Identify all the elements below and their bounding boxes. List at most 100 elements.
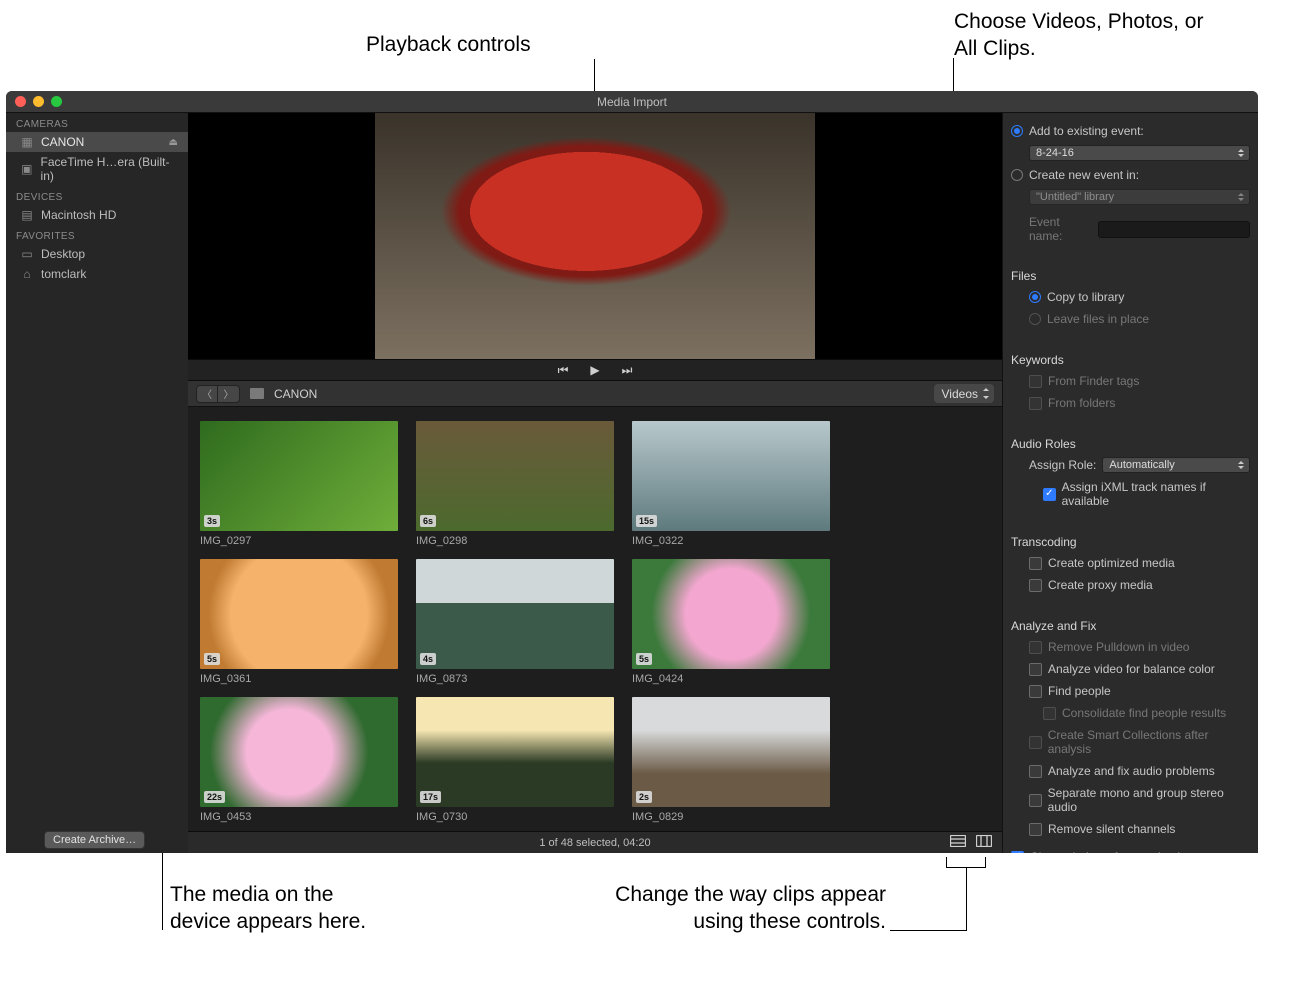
clip-label: IMG_0424 bbox=[632, 673, 830, 685]
prev-clip-button[interactable]: ⏮ bbox=[558, 363, 569, 378]
import-options-panel: Add to existing event: 8-24-16 Create ne… bbox=[1002, 113, 1258, 853]
proxy-media-check[interactable]: Create proxy media bbox=[1011, 577, 1250, 593]
sd-card-icon bbox=[250, 388, 264, 399]
add-existing-event-radio[interactable]: Add to existing event: bbox=[1011, 123, 1250, 139]
clip-item[interactable]: 2s IMG_0829 bbox=[632, 697, 830, 827]
balance-color-check[interactable]: Analyze video for balance color bbox=[1011, 661, 1250, 677]
create-archive-button[interactable]: Create Archive… bbox=[44, 831, 145, 849]
duration-badge: 6s bbox=[420, 515, 436, 527]
sidebar-header: CAMERAS bbox=[6, 113, 188, 132]
annotation-view-l2: using these controls. bbox=[596, 908, 886, 935]
eject-icon[interactable]: ⏏ bbox=[169, 137, 178, 148]
clip-item[interactable]: 6s IMG_0298 bbox=[416, 421, 614, 551]
remove-pulldown-check: Remove Pulldown in video bbox=[1011, 639, 1250, 655]
clip-thumbnail[interactable]: 22s bbox=[200, 697, 398, 807]
sidebar-item[interactable]: ⌂ tomclark bbox=[6, 264, 188, 284]
clip-item[interactable]: 3s IMG_0297 bbox=[200, 421, 398, 551]
clip-label: IMG_0298 bbox=[416, 535, 614, 547]
window-title: Media Import bbox=[597, 95, 667, 109]
audio-roles-header: Audio Roles bbox=[1011, 437, 1250, 451]
annotation-media-l1: The media on the bbox=[170, 881, 333, 908]
clip-label: IMG_0730 bbox=[416, 811, 614, 823]
selection-status: 1 of 48 selected, 04:20 bbox=[539, 837, 650, 849]
clip-item[interactable]: 22s IMG_0453 bbox=[200, 697, 398, 827]
from-finder-tags-check: From Finder tags bbox=[1011, 373, 1250, 389]
clip-item[interactable]: 17s IMG_0730 bbox=[416, 697, 614, 827]
clip-label: IMG_0873 bbox=[416, 673, 614, 685]
list-view-button[interactable] bbox=[950, 835, 966, 850]
nav-back-button[interactable]: 〈 bbox=[196, 385, 218, 403]
media-import-window: Media Import CAMERAS▦CANON⏏▣FaceTime H…e… bbox=[6, 91, 1258, 853]
titlebar: Media Import bbox=[6, 91, 1258, 113]
event-name-input bbox=[1098, 221, 1250, 238]
sidebar-item-label: FaceTime H…era (Built-in) bbox=[41, 155, 178, 183]
sidebar-item-label: Desktop bbox=[41, 247, 85, 261]
annotation-playback: Playback controls bbox=[366, 31, 531, 58]
assign-role-label: Assign Role: bbox=[1029, 458, 1096, 472]
separate-mono-check[interactable]: Separate mono and group stereo audio bbox=[1011, 785, 1250, 815]
nav-forward-button[interactable]: 〉 bbox=[218, 385, 240, 403]
create-new-event-radio[interactable]: Create new event in: bbox=[1011, 167, 1250, 183]
sidebar-item-label: tomclark bbox=[41, 267, 86, 281]
source-sidebar: CAMERAS▦CANON⏏▣FaceTime H…era (Built-in)… bbox=[6, 113, 188, 853]
sidebar-header: FAVORITES bbox=[6, 225, 188, 244]
duration-badge: 15s bbox=[636, 515, 657, 527]
new-event-library-select: "Untitled" library bbox=[1029, 189, 1250, 205]
clip-thumbnail[interactable]: 5s bbox=[200, 559, 398, 669]
breadcrumb: CANON bbox=[274, 387, 317, 401]
clip-label: IMG_0453 bbox=[200, 811, 398, 823]
sidebar-item[interactable]: ▤Macintosh HD bbox=[6, 205, 188, 225]
clip-item[interactable]: 5s IMG_0424 bbox=[632, 559, 830, 689]
keywords-header: Keywords bbox=[1011, 353, 1250, 367]
close-after-import-check[interactable]: Close window after starting import bbox=[1011, 849, 1250, 853]
annotation-view-l1: Change the way clips appear bbox=[596, 881, 886, 908]
clip-label: IMG_0297 bbox=[200, 535, 398, 547]
sidebar-header: DEVICES bbox=[6, 186, 188, 205]
sd-icon: ▦ bbox=[20, 135, 34, 149]
clip-thumbnail[interactable]: 2s bbox=[632, 697, 830, 807]
fix-audio-check[interactable]: Analyze and fix audio problems bbox=[1011, 763, 1250, 779]
remove-silent-check[interactable]: Remove silent channels bbox=[1011, 821, 1250, 837]
existing-event-select[interactable]: 8-24-16 bbox=[1029, 145, 1250, 161]
duration-badge: 5s bbox=[636, 653, 652, 665]
consolidate-people-check: Consolidate find people results bbox=[1011, 705, 1250, 721]
clip-item[interactable]: 5s IMG_0361 bbox=[200, 559, 398, 689]
clip-item[interactable]: 4s IMG_0873 bbox=[416, 559, 614, 689]
sidebar-item[interactable]: ▭Desktop bbox=[6, 244, 188, 264]
close-icon[interactable] bbox=[15, 96, 26, 107]
clip-label: IMG_0322 bbox=[632, 535, 830, 547]
home-icon: ⌂ bbox=[20, 267, 34, 281]
filmstrip-view-button[interactable] bbox=[976, 835, 992, 850]
find-people-check[interactable]: Find people bbox=[1011, 683, 1250, 699]
event-name-label: Event name: bbox=[1029, 215, 1092, 243]
clip-thumbnail[interactable]: 15s bbox=[632, 421, 830, 531]
annotation-filter: Choose Videos, Photos, or All Clips. bbox=[954, 8, 1214, 63]
radio-off-icon bbox=[1011, 169, 1023, 181]
minimize-icon[interactable] bbox=[33, 96, 44, 107]
clip-item[interactable]: 15s IMG_0322 bbox=[632, 421, 830, 551]
analyze-fix-header: Analyze and Fix bbox=[1011, 619, 1250, 633]
clip-thumbnail[interactable]: 4s bbox=[416, 559, 614, 669]
clip-label: IMG_0829 bbox=[632, 811, 830, 823]
clip-filter-popup[interactable]: Videos bbox=[934, 384, 994, 403]
duration-badge: 17s bbox=[420, 791, 441, 803]
clip-thumbnail[interactable]: 17s bbox=[416, 697, 614, 807]
clip-grid[interactable]: 3s IMG_0297 6s IMG_0298 15s IMG_0322 5s IMG_036… bbox=[188, 407, 1002, 831]
clip-thumbnail[interactable]: 6s bbox=[416, 421, 614, 531]
play-button[interactable]: ▶ bbox=[590, 363, 599, 377]
sidebar-item-label: Macintosh HD bbox=[41, 208, 116, 222]
sidebar-item[interactable]: ▦CANON⏏ bbox=[6, 132, 188, 152]
sidebar-item[interactable]: ▣FaceTime H…era (Built-in) bbox=[6, 152, 188, 186]
clip-label: IMG_0361 bbox=[200, 673, 398, 685]
assign-role-select[interactable]: Automatically bbox=[1102, 457, 1250, 473]
preview-image bbox=[375, 113, 815, 359]
next-clip-button[interactable]: ⏭ bbox=[622, 363, 633, 378]
copy-to-library-radio[interactable]: Copy to library bbox=[1011, 289, 1250, 305]
clip-thumbnail[interactable]: 5s bbox=[632, 559, 830, 669]
clip-thumbnail[interactable]: 3s bbox=[200, 421, 398, 531]
optimized-media-check[interactable]: Create optimized media bbox=[1011, 555, 1250, 571]
preview-viewer[interactable] bbox=[188, 113, 1002, 359]
zoom-icon[interactable] bbox=[51, 96, 62, 107]
duration-badge: 2s bbox=[636, 791, 652, 803]
ixml-check[interactable]: Assign iXML track names if available bbox=[1011, 479, 1250, 509]
